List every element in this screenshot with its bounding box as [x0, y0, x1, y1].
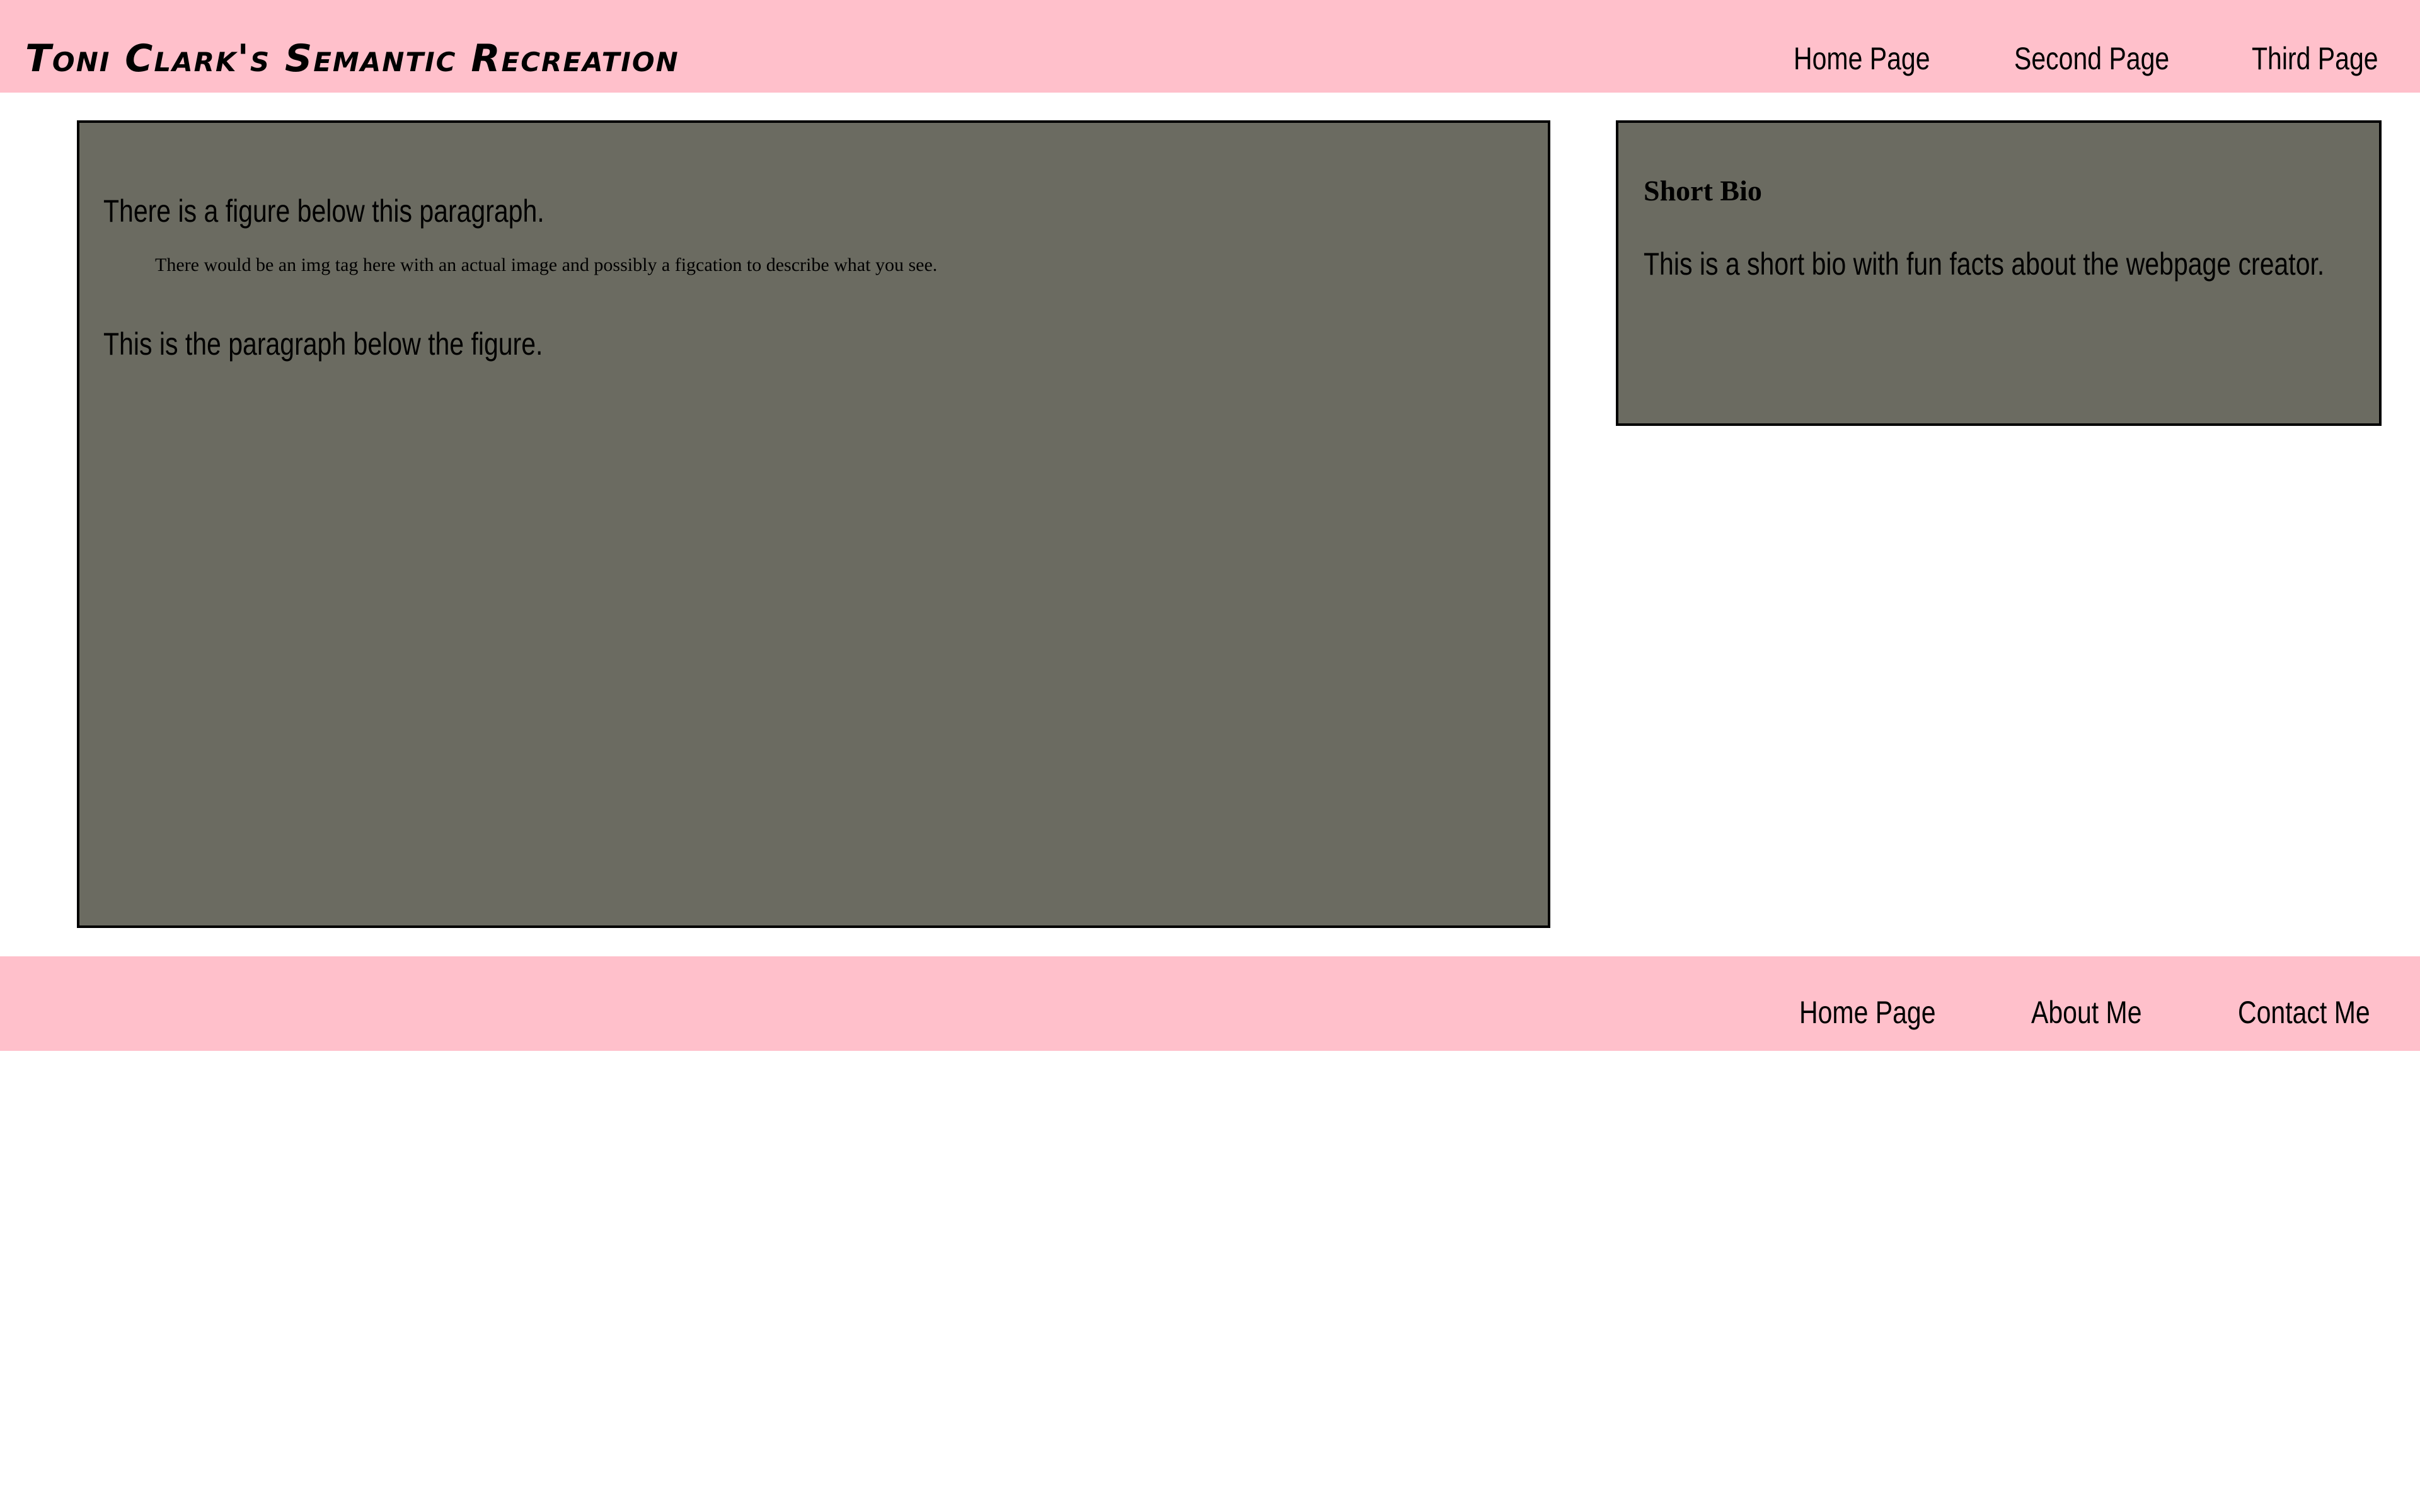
- paragraph-above-figure: There is a figure below this paragraph.: [103, 193, 544, 229]
- header-nav: Home Page Second Page Third Page: [0, 30, 2420, 87]
- bio-text: This is a short bio with fun facts about…: [1644, 246, 2325, 282]
- main-content: There is a figure below this paragraph. …: [77, 120, 1550, 928]
- site-footer: Home Page About Me Contact Me: [0, 956, 2420, 1051]
- short-bio-panel: Short Bio This is a short bio with fun f…: [1616, 120, 2382, 426]
- footer-contact-me-link[interactable]: Contact Me: [2238, 984, 2370, 1041]
- site-header: Toni Clark's Semantic Recreation Home Pa…: [0, 0, 2420, 93]
- nav-home-link[interactable]: Home Page: [1794, 30, 1930, 87]
- footer-home-link[interactable]: Home Page: [1799, 984, 1936, 1041]
- page: Toni Clark's Semantic Recreation Home Pa…: [0, 0, 2420, 1512]
- bio-heading: Short Bio: [1644, 175, 1762, 207]
- paragraph-below-figure: This is the paragraph below the figure.: [103, 326, 543, 362]
- nav-second-page-link[interactable]: Second Page: [2014, 30, 2169, 87]
- figure-caption: There would be an img tag here with an a…: [155, 255, 938, 275]
- figure-placeholder: There would be an img tag here with an a…: [155, 251, 937, 279]
- nav-third-page-link[interactable]: Third Page: [2252, 30, 2378, 87]
- footer-nav: Home Page About Me Contact Me: [0, 984, 2420, 1041]
- footer-about-me-link[interactable]: About Me: [2031, 984, 2141, 1041]
